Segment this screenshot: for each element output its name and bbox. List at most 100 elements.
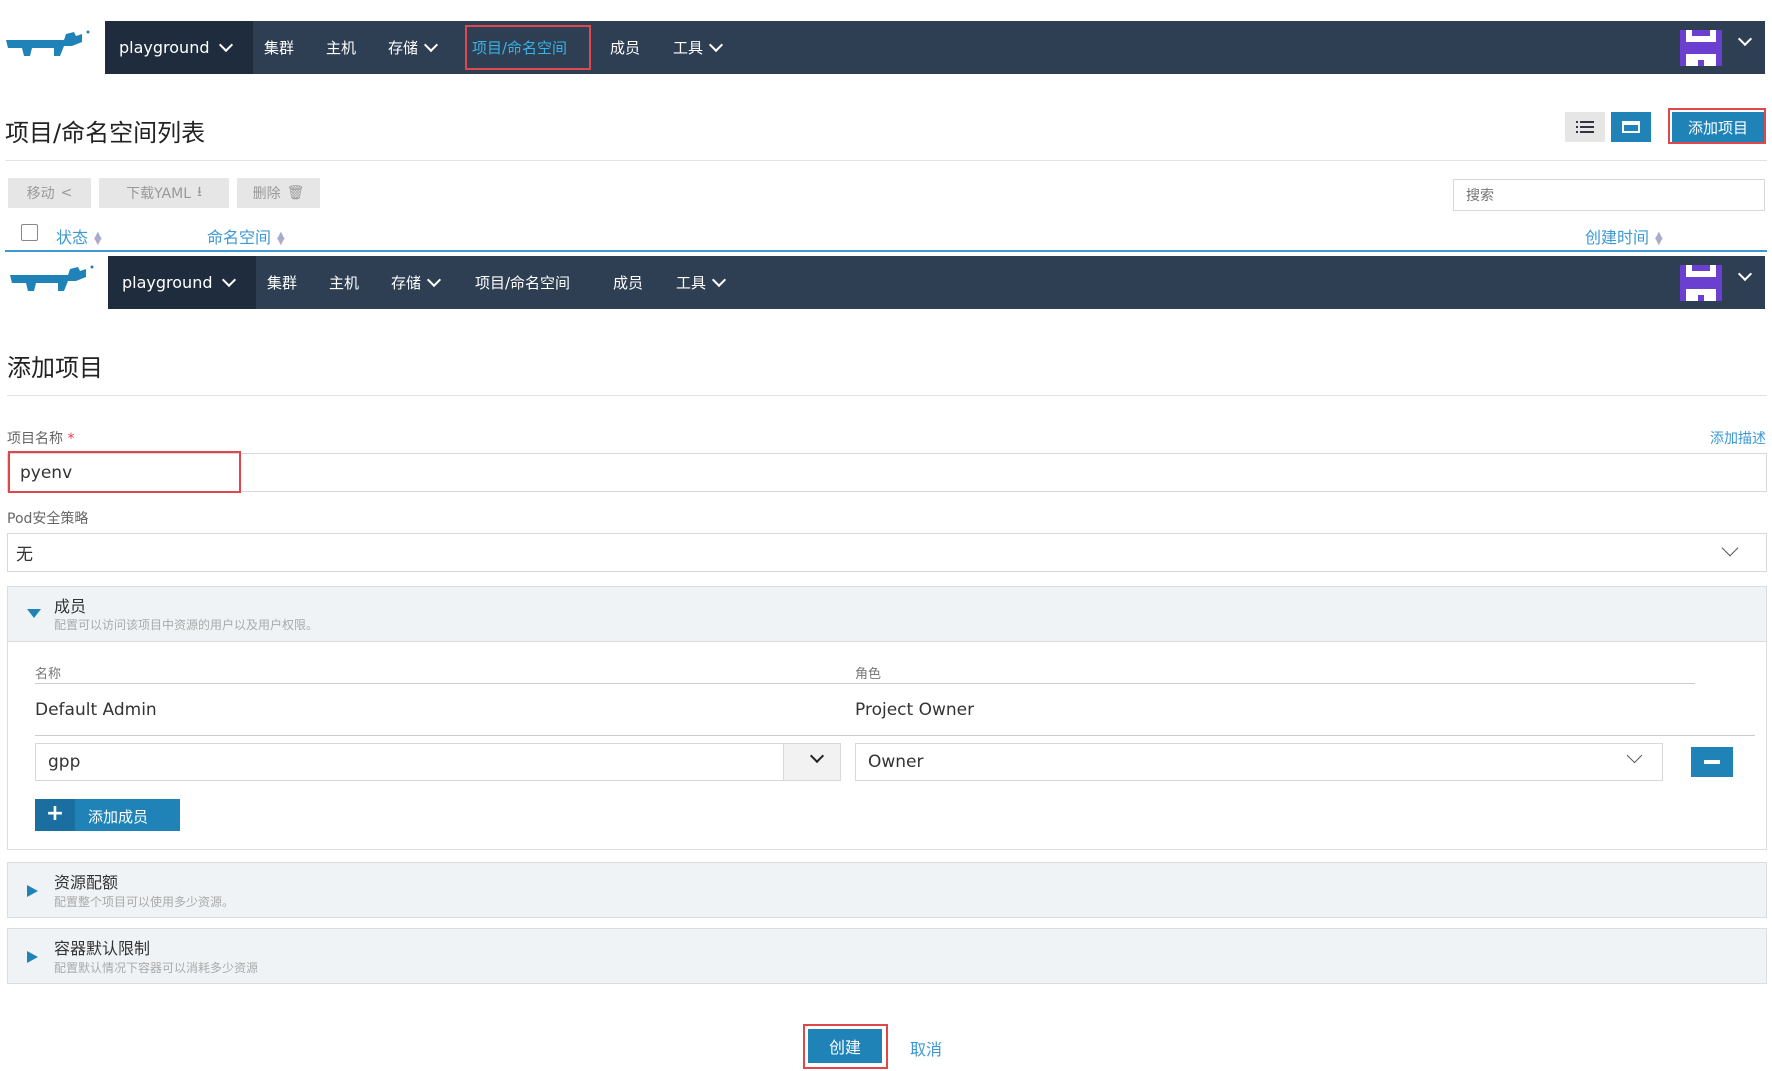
cluster-switcher[interactable]: playground (108, 256, 256, 309)
rancher-logo[interactable] (8, 261, 96, 301)
nav-item-label: 存储 (391, 274, 422, 292)
add-member-button[interactable]: + 添加成员 (35, 799, 180, 831)
nav-item-label: 存储 (388, 39, 419, 57)
column-header-namespace[interactable]: 命名空间 ▲ ▼ (207, 224, 285, 248)
user-avatar[interactable] (1680, 30, 1722, 66)
cluster-switcher[interactable]: playground (105, 21, 253, 74)
member-role-select[interactable]: Owner (855, 743, 1663, 781)
resource-quota-section[interactable]: 资源配额 配置整个项目可以使用多少资源。 (7, 862, 1767, 918)
nav-item-hosts[interactable]: 主机 (329, 256, 359, 309)
nav-item-tools[interactable]: 工具 (673, 21, 724, 74)
caret-right-icon (27, 885, 38, 897)
column-header-state[interactable]: 状态 ▲ ▼ (56, 224, 102, 248)
group-view-toggle[interactable] (1611, 112, 1651, 142)
highlight-box (8, 451, 241, 493)
nav-item-hosts[interactable]: 主机 (326, 21, 356, 74)
top-nav: playground 集群 主机 存储 项目/命名空间 成员 工具 (0, 21, 1772, 74)
divider (5, 250, 1767, 252)
nav-item-cluster[interactable]: 集群 (267, 256, 297, 309)
chevron-down-icon (423, 37, 439, 53)
section-subtitle: 配置可以访问该项目中资源的用户以及用户权限。 (54, 618, 319, 632)
minus-icon (1704, 760, 1720, 764)
label-text: 项目名称 (7, 431, 63, 447)
nav-item-storage[interactable]: 存储 (391, 256, 442, 309)
chevron-down-icon (711, 272, 727, 288)
nav-item-members[interactable]: 成员 (610, 21, 640, 74)
chevron-down-icon (222, 272, 237, 288)
nav-item-projects[interactable]: 项目/命名空间 (475, 256, 570, 309)
button-label: 添加成员 (88, 808, 149, 826)
chevron-down-icon (708, 37, 724, 53)
highlight-box (803, 1024, 888, 1069)
chevron-down-icon (219, 37, 234, 53)
pod-policy-select[interactable]: 无 (7, 533, 1767, 572)
nav-item-label: 成员 (613, 274, 644, 292)
section-title: 资源配额 (54, 873, 119, 892)
highlight-box (1668, 108, 1766, 144)
section-title: 容器默认限制 (54, 939, 151, 958)
column-label: 命名空间 (207, 228, 272, 247)
chevron-down-icon (1626, 747, 1643, 764)
chevron-down-icon (1721, 539, 1739, 557)
member-role: Project Owner (855, 700, 975, 720)
select-all-checkbox[interactable] (21, 224, 38, 241)
divider (35, 735, 1755, 736)
rancher-logo[interactable] (4, 26, 92, 66)
chevron-down-icon (809, 748, 825, 764)
pod-policy-label: Pod安全策略 (7, 511, 89, 527)
members-section: 成员 配置可以访问该项目中资源的用户以及用户权限。 名称 角色 Default … (7, 586, 1767, 850)
delete-button[interactable]: 删除 🗑 (237, 178, 320, 208)
cluster-name: playground (119, 38, 210, 57)
column-header-created[interactable]: 创建时间 ▲ ▼ (1585, 224, 1663, 248)
nav-item-label: 工具 (676, 274, 707, 292)
nav-item-cluster[interactable]: 集群 (264, 21, 294, 74)
nav-item-label: 主机 (326, 39, 357, 57)
search-input[interactable] (1453, 179, 1765, 211)
column-label: 创建时间 (1585, 228, 1650, 247)
required-mark: * (67, 431, 75, 447)
members-header[interactable]: 成员 配置可以访问该项目中资源的用户以及用户权限。 (8, 587, 1766, 642)
nav-item-storage[interactable]: 存储 (388, 21, 439, 74)
folder-icon (1622, 121, 1640, 133)
button-label: 移动 (26, 186, 55, 202)
nav-item-label: 主机 (329, 274, 360, 292)
container-limit-section[interactable]: 容器默认限制 配置默认情况下容器可以消耗多少资源 (7, 928, 1767, 984)
nav-item-label: 集群 (267, 274, 298, 292)
user-avatar[interactable] (1680, 265, 1722, 301)
caret-right-icon (27, 951, 38, 963)
nav-item-label: 集群 (264, 39, 295, 57)
top-nav: playground 集群 主机 存储 项目/命名空间 成员 工具 (0, 256, 1772, 309)
column-header-role: 角色 (855, 667, 882, 682)
sort-icon: ▲ ▼ (94, 229, 102, 247)
move-button[interactable]: 移动 < (8, 178, 91, 208)
section-subtitle: 配置整个项目可以使用多少资源。 (54, 895, 235, 909)
list-view-toggle[interactable] (1565, 112, 1605, 142)
select-value: Owner (868, 752, 924, 772)
chevron-down-icon (426, 272, 442, 288)
form-title: 添加项目 (7, 354, 103, 382)
button-label: 下载YAML (126, 186, 191, 202)
download-icon: ⭳ (197, 184, 202, 200)
section-subtitle: 配置默认情况下容器可以消耗多少资源 (54, 961, 259, 975)
nav-item-tools[interactable]: 工具 (676, 256, 727, 309)
user-dropdown-button[interactable] (783, 743, 841, 781)
page-title: 项目/命名空间列表 (5, 119, 206, 147)
divider (7, 395, 1767, 396)
caret-down-icon (27, 609, 41, 618)
download-yaml-button[interactable]: 下载YAML ⭳ (99, 178, 229, 208)
project-name-input[interactable]: pyenv (7, 453, 1767, 492)
project-name-label: 项目名称 * (7, 428, 74, 448)
remove-member-button[interactable] (1691, 747, 1733, 777)
input-value: gpp (48, 752, 81, 772)
cancel-link[interactable]: 取消 (910, 1036, 942, 1060)
column-label: 状态 (56, 228, 89, 247)
column-header-name: 名称 (35, 667, 62, 682)
button-label: 删除 (252, 186, 281, 202)
highlight-box (465, 25, 591, 70)
plus-icon: + (35, 799, 75, 831)
nav-item-members[interactable]: 成员 (613, 256, 643, 309)
member-name: Default Admin (35, 700, 157, 720)
divider (5, 160, 1767, 161)
add-description-link[interactable]: 添加描述 (1710, 428, 1766, 448)
member-user-input[interactable]: gpp (35, 743, 841, 781)
